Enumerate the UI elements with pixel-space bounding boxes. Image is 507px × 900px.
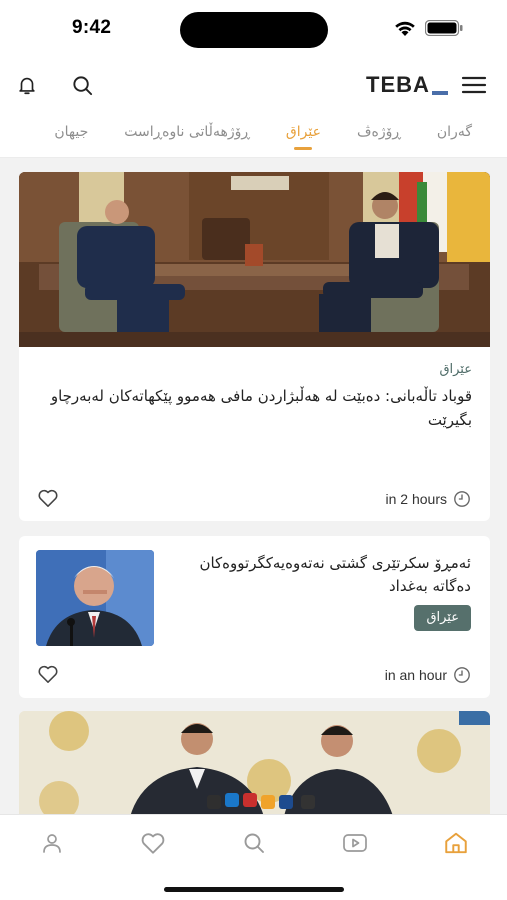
article-card[interactable]: ئەمڕۆ سکرتێری گشتی نەتەوەیەکگرتووەکان دە… [19,536,490,698]
article-thumbnail [36,550,154,646]
nav-search[interactable] [239,829,269,857]
nav-profile[interactable] [37,829,67,857]
notifications-button[interactable] [12,70,42,100]
article-photo [19,711,490,831]
tab-iraq[interactable]: عێراق [286,124,321,150]
article-photo [19,172,490,347]
article-time: in an hour [385,666,471,684]
article-title[interactable]: قوباد تاڵەبانی: دەبێت لە هەڵبژاردن مافی … [33,384,472,432]
article-time-text: in an hour [384,667,447,683]
app-header: TEBA [0,58,507,112]
heart-icon [141,833,165,854]
article-time: in 2 hours [386,490,471,508]
status-bar: 9:42 [0,0,507,58]
wifi-icon [395,21,415,36]
home-icon [445,832,467,854]
hamburger-menu-icon [461,76,487,94]
video-play-icon [343,834,367,852]
bell-icon [19,77,35,95]
search-button[interactable] [67,70,97,100]
article-time-text: in 2 hours [385,491,447,507]
nav-favorites[interactable] [138,829,168,857]
tab-agenda[interactable]: ڕۆژەڤ [357,124,401,146]
logo-text: TEBA [366,72,430,97]
nav-video[interactable] [340,829,370,857]
article-card[interactable]: عێراق قوباد تاڵەبانی: دەبێت لە هەڵبژاردن… [19,172,490,521]
tab-world[interactable]: جیهان [54,124,88,146]
bottom-navigation [0,814,507,900]
user-icon [43,834,61,853]
category-badge[interactable]: عێراق [414,605,471,631]
article-card[interactable] [19,711,490,831]
battery-icon [425,20,463,36]
favorite-heart-icon[interactable] [37,488,59,508]
nav-home[interactable] [441,829,471,857]
home-indicator [164,887,344,892]
menu-button[interactable] [459,70,489,100]
category-tabs: گەران ڕۆژەڤ عێراق ڕۆژهەڵاتی ناوەڕاست جیه… [0,112,507,158]
status-time: 9:42 [72,17,112,38]
clock-icon [454,491,470,507]
tab-search[interactable]: گەران [437,124,472,146]
search-icon [72,75,92,95]
search-icon [244,833,264,853]
clock-icon [454,667,470,683]
teba-logo[interactable]: TEBA [366,72,448,98]
tab-middle-east[interactable]: ڕۆژهەڵاتی ناوەڕاست [124,124,250,146]
logo-accent [431,91,448,95]
favorite-heart-icon[interactable] [37,664,59,684]
article-category[interactable]: عێراق [439,362,472,377]
article-title[interactable]: ئەمڕۆ سکرتێری گشتی نەتەوەیەکگرتووەکان دە… [169,552,471,598]
dynamic-island [180,12,328,48]
